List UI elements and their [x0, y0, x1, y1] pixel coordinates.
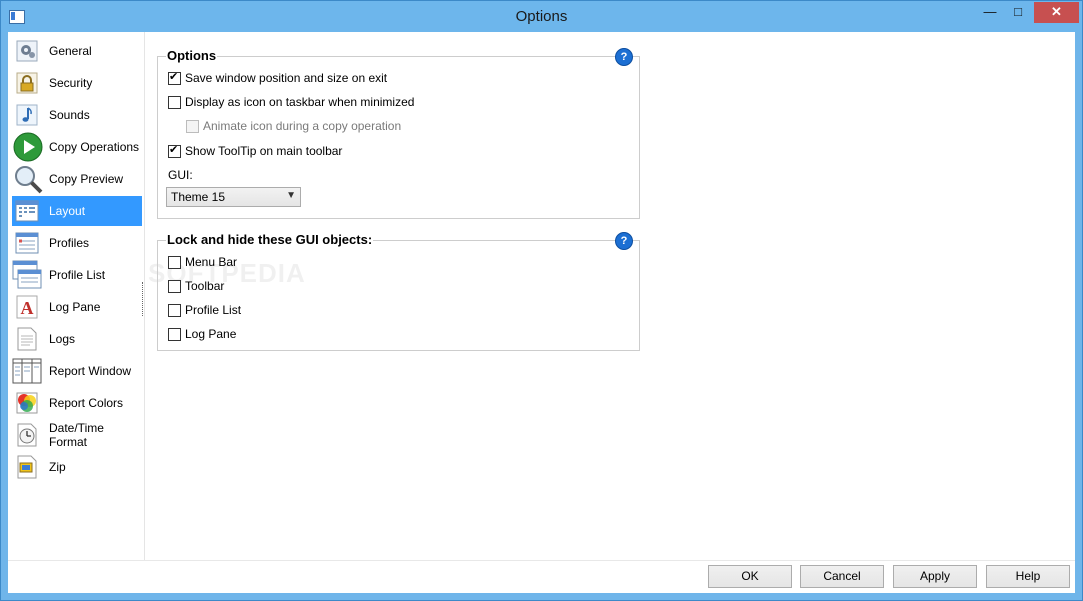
help-icon[interactable]: ? — [615, 48, 633, 66]
sidebar-item-profile-list[interactable]: Profile List — [12, 260, 142, 290]
sidebar-item-label: Log Pane — [49, 300, 101, 314]
lock-menu-bar-checkbox[interactable]: Menu Bar — [168, 255, 237, 269]
sidebar-item-security[interactable]: Security — [12, 68, 142, 98]
checkbox-label: Animate icon during a copy operation — [203, 119, 402, 133]
maximize-button[interactable]: □ — [1005, 2, 1031, 23]
sidebar-item-log-pane[interactable]: A Log Pane — [12, 292, 142, 322]
sidebar-splitter[interactable] — [142, 282, 143, 316]
sidebar-item-label: Report Window — [49, 364, 132, 378]
sidebar-divider — [144, 32, 145, 560]
sidebar-item-label: Zip — [49, 460, 66, 474]
sidebar-item-label: Sounds — [49, 108, 90, 122]
close-button[interactable]: ✕ — [1034, 2, 1079, 23]
document-icon — [15, 327, 39, 351]
lock-toolbar-checkbox[interactable]: Toolbar — [168, 279, 224, 293]
svg-text:A: A — [21, 298, 34, 318]
title-bar[interactable]: Options — □ ✕ — [1, 1, 1082, 32]
ok-button[interactable]: OK — [708, 565, 792, 588]
gui-label: GUI: — [168, 168, 193, 182]
sidebar-item-copy-preview[interactable]: Copy Preview — [12, 164, 142, 194]
profiles-icon — [15, 231, 39, 255]
magnifier-icon — [12, 164, 44, 194]
color-palette-icon — [15, 391, 39, 415]
sidebar-item-zip[interactable]: Zip — [12, 452, 142, 482]
chevron-down-icon: ▼ — [286, 190, 296, 201]
sidebar-item-label: Layout — [49, 204, 86, 218]
sidebar-item-layout[interactable]: Layout — [12, 196, 142, 226]
sidebar-item-general[interactable]: General — [12, 36, 142, 66]
window-title: Options — [515, 8, 568, 25]
checkbox-box — [186, 119, 199, 133]
help-icon[interactable]: ? — [615, 232, 633, 250]
report-window-icon — [12, 358, 42, 384]
sidebar-item-report-window[interactable]: Report Window — [12, 356, 142, 386]
show-tooltip-checkbox[interactable]: Show ToolTip on main toolbar — [168, 143, 343, 158]
animate-icon-checkbox: Animate icon during a copy operation — [186, 119, 401, 133]
options-window: Options — □ ✕ General Security Sounds Co… — [0, 0, 1083, 601]
sidebar-item-sounds[interactable]: Sounds — [12, 100, 142, 130]
button-bar-divider — [8, 560, 1075, 561]
options-group-title: Options — [166, 48, 218, 63]
lock-log-pane-checkbox[interactable]: Log Pane — [168, 327, 236, 341]
sidebar-item-label: Copy Preview — [49, 172, 124, 186]
profile-list-icon — [12, 260, 42, 290]
display-as-icon-checkbox[interactable]: Display as icon on taskbar when minimize… — [168, 95, 414, 109]
checkbox-box[interactable] — [168, 279, 181, 293]
checkbox-label: Profile List — [185, 303, 242, 317]
checkbox-box[interactable] — [168, 95, 181, 109]
sidebar-item-profiles[interactable]: Profiles — [12, 228, 142, 258]
checkbox-label: Log Pane — [185, 327, 237, 341]
play-icon — [12, 132, 44, 162]
checkbox-box[interactable] — [168, 70, 181, 85]
checkbox-label: Show ToolTip on main toolbar — [185, 144, 343, 158]
checkbox-label: Toolbar — [185, 279, 225, 293]
music-note-icon — [15, 103, 39, 127]
checkbox-box[interactable] — [168, 143, 181, 158]
sidebar-item-date-time-format[interactable]: Date/Time Format — [12, 420, 142, 450]
sidebar-item-copy-operations[interactable]: Copy Operations — [12, 132, 142, 162]
sidebar-item-label: Profile List — [49, 268, 106, 282]
options-sidebar: General Security Sounds Copy Operations — [8, 32, 142, 560]
apply-button[interactable]: Apply — [893, 565, 977, 588]
cancel-button[interactable]: Cancel — [800, 565, 884, 588]
sidebar-item-logs[interactable]: Logs — [12, 324, 142, 354]
zip-icon — [15, 455, 39, 479]
checkbox-box[interactable] — [168, 255, 181, 269]
sidebar-item-report-colors[interactable]: Report Colors — [12, 388, 142, 418]
lock-hide-group: Lock and hide these GUI objects: ? Menu … — [157, 232, 640, 351]
sidebar-item-label: Profiles — [49, 236, 90, 250]
lock-profile-list-checkbox[interactable]: Profile List — [168, 303, 241, 317]
minimize-button[interactable]: — — [977, 2, 1003, 23]
checkbox-label: Display as icon on taskbar when minimize… — [185, 95, 415, 109]
clock-icon — [15, 423, 39, 447]
dialog-client-area: General Security Sounds Copy Operations — [8, 32, 1075, 593]
checkbox-label: Menu Bar — [185, 255, 238, 269]
gui-theme-value: Theme 15 — [171, 190, 226, 204]
sidebar-item-label: Logs — [49, 332, 76, 346]
gui-theme-select[interactable]: Theme 15 ▼ — [166, 187, 301, 207]
layout-icon — [15, 199, 39, 223]
sidebar-item-label: General — [49, 44, 92, 58]
checkbox-box[interactable] — [168, 327, 181, 341]
checkbox-box[interactable] — [168, 303, 181, 317]
font-a-icon: A — [15, 295, 39, 319]
sidebar-item-label: Report Colors — [49, 396, 124, 410]
save-window-position-checkbox[interactable]: Save window position and size on exit — [168, 70, 388, 85]
lock-hide-group-title: Lock and hide these GUI objects: — [166, 232, 374, 247]
sidebar-item-label: Copy Operations — [49, 140, 140, 154]
lock-icon — [15, 71, 39, 95]
checkbox-label: Save window position and size on exit — [185, 71, 388, 85]
sidebar-item-label: Security — [49, 76, 93, 90]
gear-icon — [15, 39, 39, 63]
sidebar-item-label: Date/Time Format — [49, 421, 104, 449]
options-group: Options ? Save window position and size … — [157, 48, 640, 219]
help-button[interactable]: Help — [986, 565, 1070, 588]
